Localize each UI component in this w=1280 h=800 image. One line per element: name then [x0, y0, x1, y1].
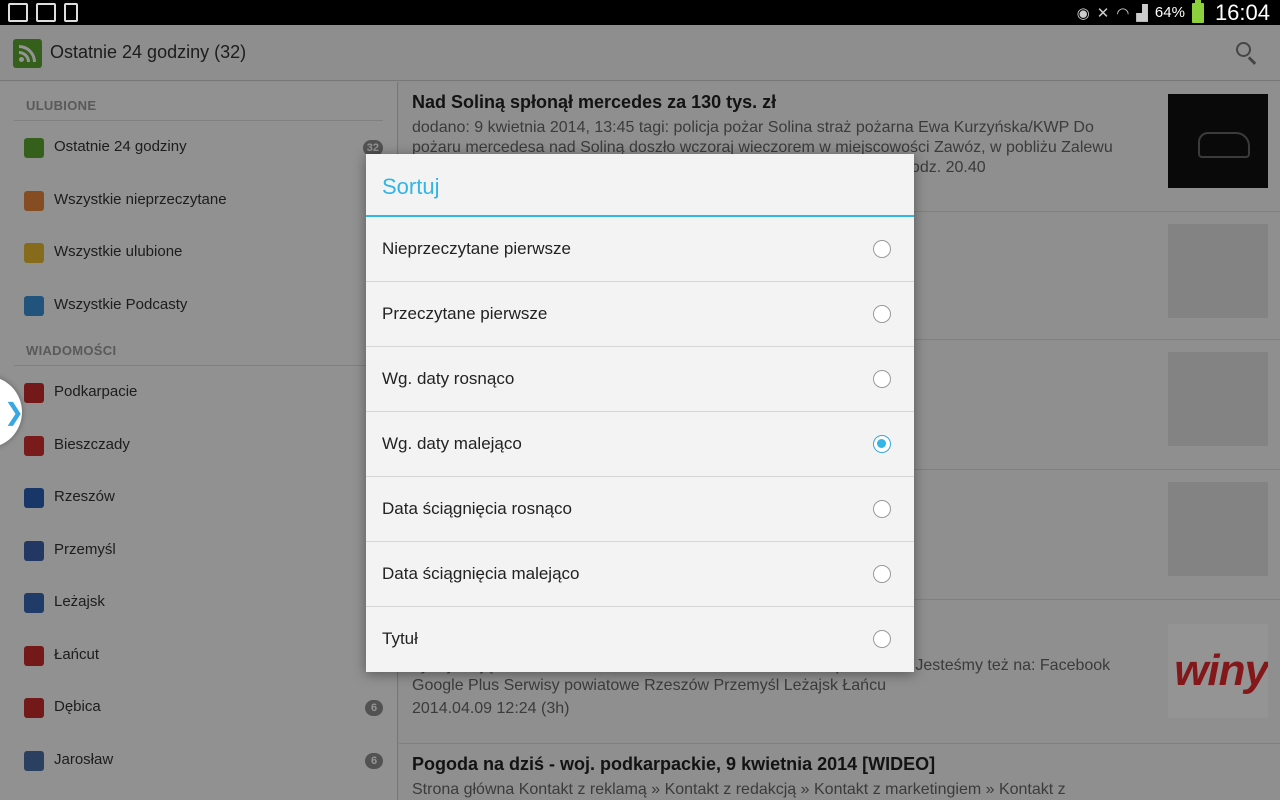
battery-percent: 64% — [1154, 4, 1185, 21]
status-right: ◉ ✕ ◠ ▟ 64% 16:04 — [1077, 0, 1270, 25]
dialog-title: Sortuj — [382, 174, 440, 199]
sort-option[interactable]: Nieprzeczytane pierwsze — [366, 217, 914, 282]
wifi-icon: ◠ — [1116, 3, 1130, 22]
sort-option-label: Data ściągnięcia rosnąco — [382, 499, 572, 518]
sort-option[interactable]: Data ściągnięcia rosnąco — [366, 477, 914, 542]
sim-icon — [64, 3, 78, 22]
battery-icon — [1191, 0, 1204, 23]
sort-option-label: Wg. daty rosnąco — [382, 369, 515, 388]
sort-dialog: Sortuj Nieprzeczytane pierwsze Przeczytan… — [366, 154, 914, 672]
radio-button[interactable] — [873, 565, 891, 583]
radio-button[interactable] — [873, 630, 891, 648]
gallery-icon — [36, 3, 56, 22]
sort-option-label: Tytuł — [382, 629, 418, 648]
sort-option-label: Przeczytane pierwsze — [382, 304, 548, 323]
sort-option[interactable]: Tytuł — [366, 607, 914, 672]
window-icon — [8, 3, 28, 22]
radio-button[interactable] — [873, 500, 891, 518]
sort-option[interactable]: Wg. daty malejąco — [366, 412, 914, 477]
status-bar: ◉ ✕ ◠ ▟ 64% 16:04 — [0, 0, 1280, 25]
sort-option-label: Wg. daty malejąco — [382, 434, 522, 453]
sort-option-label: Nieprzeczytane pierwsze — [382, 239, 571, 258]
radio-button[interactable] — [873, 435, 891, 453]
clock: 16:04 — [1214, 0, 1270, 25]
chevron-right-icon: ❯ — [4, 398, 25, 426]
sort-option-label: Data ściągnięcia malejąco — [382, 564, 580, 583]
sort-option[interactable]: Data ściągnięcia malejąco — [366, 542, 914, 607]
signal-icon: ▟ — [1136, 3, 1148, 22]
sort-option[interactable]: Wg. daty rosnąco — [366, 347, 914, 412]
radio-button[interactable] — [873, 240, 891, 258]
sort-option[interactable]: Przeczytane pierwsze — [366, 282, 914, 347]
radio-button[interactable] — [873, 305, 891, 323]
status-left-icons — [8, 3, 78, 22]
radio-button[interactable] — [873, 370, 891, 388]
mute-icon: ✕ — [1096, 3, 1110, 22]
eye-icon: ◉ — [1076, 3, 1090, 22]
